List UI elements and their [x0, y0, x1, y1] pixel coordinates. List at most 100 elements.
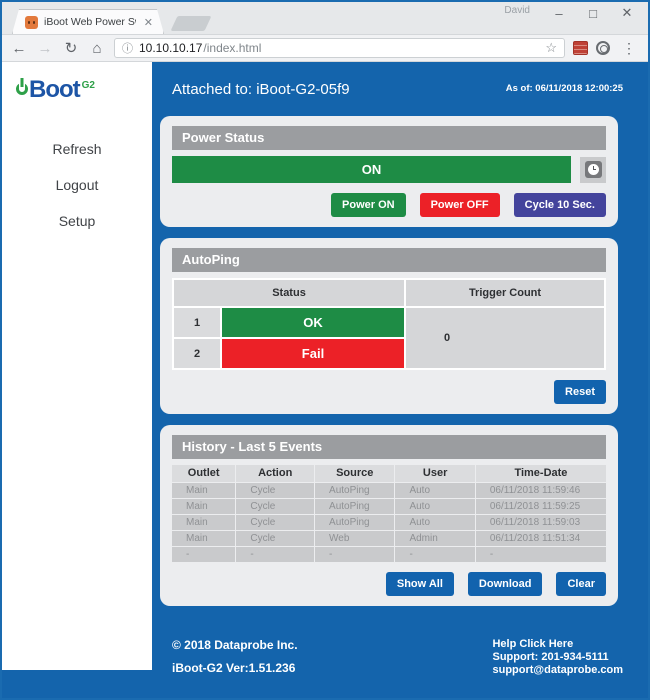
cell-time-date: 06/11/2018 11:59:46: [476, 483, 606, 498]
history-row: Main Cycle AutoPing Auto 06/11/2018 11:5…: [172, 483, 606, 498]
autoping-buttons-row: Reset: [172, 380, 606, 404]
cell-user: Auto: [395, 515, 474, 530]
browser-tab[interactable]: iBoot Web Power Switch ✕: [12, 9, 164, 34]
download-button[interactable]: Download: [468, 572, 543, 596]
cell-time-date: 06/11/2018 11:59:03: [476, 515, 606, 530]
firmware-version: iBoot-G2 Ver:1.51.236: [172, 661, 298, 675]
history-card: History - Last 5 Events Outlet Action So…: [160, 425, 618, 606]
cell-outlet: Main: [172, 483, 235, 498]
cell-source: -: [315, 547, 394, 562]
cycle-timer-button[interactable]: [580, 157, 606, 183]
cell-user: -: [395, 547, 474, 562]
cell-time-date: -: [476, 547, 606, 562]
autoping-status-fail: Fail: [222, 339, 404, 368]
main-header: Attached to: iBoot-G2-05f9 As of: 06/11/…: [152, 62, 648, 98]
autoping-table: Status Trigger Count 1 OK 0 2 Fail: [172, 278, 606, 370]
sidebar: Boot G2 Refresh Logout Setup: [2, 62, 152, 670]
as-of-timestamp: As of: 06/11/2018 12:00:25: [506, 83, 623, 94]
sidebar-menu: Refresh Logout Setup: [44, 138, 109, 232]
forward-icon[interactable]: →: [36, 41, 54, 56]
cell-source: Web: [315, 531, 394, 546]
show-all-button[interactable]: Show All: [386, 572, 454, 596]
back-icon[interactable]: ←: [10, 41, 28, 56]
history-buttons-row: Show All Download Clear: [172, 572, 606, 596]
autoping-header: AutoPing: [172, 248, 606, 272]
copyright-text: © 2018 Dataprobe Inc.: [172, 638, 298, 652]
sidebar-item-setup[interactable]: Setup: [51, 210, 104, 232]
close-button[interactable]: ✕: [610, 2, 644, 24]
page-footer: © 2018 Dataprobe Inc. iBoot-G2 Ver:1.51.…: [172, 638, 623, 677]
cell-outlet: Main: [172, 531, 235, 546]
url-host: 10.10.10.17: [139, 41, 202, 55]
power-state-bar: ON: [172, 156, 571, 183]
address-toolbar: ← → ↻ ⌂ ⓘ 10.10.10.17/index.html ☆ ⋮: [2, 34, 648, 62]
extension-icon-red[interactable]: [573, 41, 588, 55]
window-controls: – □ ✕: [542, 2, 644, 24]
cell-outlet: -: [172, 547, 235, 562]
history-row: - - - - -: [172, 547, 606, 562]
sidebar-item-refresh[interactable]: Refresh: [44, 138, 109, 160]
column-header-outlet: Outlet: [172, 465, 235, 482]
minimize-button[interactable]: –: [542, 2, 576, 24]
history-table: Outlet Action Source User Time-Date Main…: [172, 465, 606, 562]
url-path: /index.html: [203, 41, 261, 55]
home-icon[interactable]: ⌂: [88, 41, 106, 56]
column-header-time-date: Time-Date: [476, 465, 606, 482]
attached-to-title: Attached to: iBoot-G2-05f9: [172, 81, 350, 98]
history-header-row: Outlet Action Source User Time-Date: [172, 465, 606, 482]
power-status-card: Power Status ON Power ON Power OFF Cycle…: [160, 116, 618, 227]
clear-button[interactable]: Clear: [556, 572, 606, 596]
new-tab-button[interactable]: [171, 16, 212, 31]
page-info-icon[interactable]: ⓘ: [122, 40, 133, 56]
support-phone: Support: 201-934-5111: [492, 651, 623, 664]
history-row: Main Cycle Web Admin 06/11/2018 11:51:34: [172, 531, 606, 546]
footer-right: Help Click Here Support: 201-934-5111 su…: [492, 638, 623, 677]
main-area: Attached to: iBoot-G2-05f9 As of: 06/11/…: [152, 62, 648, 698]
browser-menu-icon[interactable]: ⋮: [618, 40, 640, 57]
column-header-action: Action: [236, 465, 314, 482]
footer-left: © 2018 Dataprobe Inc. iBoot-G2 Ver:1.51.…: [172, 638, 298, 677]
power-off-button[interactable]: Power OFF: [420, 193, 500, 217]
titlebar: David – □ ✕ iBoot Web Power Switch ✕: [2, 2, 648, 34]
cell-source: AutoPing: [315, 499, 394, 514]
cell-user: Admin: [395, 531, 474, 546]
sidebar-item-logout[interactable]: Logout: [48, 174, 107, 196]
logo-text: Boot: [29, 76, 80, 104]
logo-g2-label: G2: [82, 80, 95, 91]
cell-outlet: Main: [172, 499, 235, 514]
tab-close-icon[interactable]: ✕: [142, 16, 155, 29]
reload-icon[interactable]: ↻: [62, 41, 80, 56]
cell-action: Cycle: [236, 531, 314, 546]
cell-action: Cycle: [236, 515, 314, 530]
history-header: History - Last 5 Events: [172, 435, 606, 459]
support-email[interactable]: support@dataprobe.com: [492, 664, 623, 677]
cell-time-date: 06/11/2018 11:59:25: [476, 499, 606, 514]
iboot-logo: Boot G2: [16, 76, 95, 104]
column-header-user: User: [395, 465, 474, 482]
cycle-button[interactable]: Cycle 10 Sec.: [514, 193, 606, 217]
reset-button[interactable]: Reset: [554, 380, 606, 404]
autoping-card: AutoPing Status Trigger Count 1 OK 0 2 F…: [160, 238, 618, 414]
autoping-status-column-header: Status: [174, 280, 404, 306]
clock-icon: [585, 161, 602, 178]
bookmark-star-icon[interactable]: ☆: [545, 40, 557, 56]
autoping-row-number: 1: [174, 308, 220, 337]
autoping-trigger-column-header: Trigger Count: [406, 280, 604, 306]
autoping-row-number: 2: [174, 339, 220, 368]
power-symbol-icon: [16, 83, 28, 95]
browser-window: David – □ ✕ iBoot Web Power Switch ✕ ← →…: [0, 0, 650, 700]
maximize-button[interactable]: □: [576, 2, 610, 24]
history-row: Main Cycle AutoPing Auto 06/11/2018 11:5…: [172, 499, 606, 514]
tab-title: iBoot Web Power Switch: [44, 16, 136, 28]
help-link[interactable]: Help Click Here: [492, 638, 623, 651]
autoping-trigger-count: 0: [406, 308, 604, 368]
address-bar[interactable]: ⓘ 10.10.10.17/index.html ☆: [114, 38, 565, 58]
cell-outlet: Main: [172, 515, 235, 530]
cell-source: AutoPing: [315, 515, 394, 530]
cell-action: Cycle: [236, 499, 314, 514]
extension-icon-ring[interactable]: [596, 41, 610, 55]
cell-action: Cycle: [236, 483, 314, 498]
power-on-button[interactable]: Power ON: [331, 193, 406, 217]
cell-user: Auto: [395, 483, 474, 498]
page-content: Boot G2 Refresh Logout Setup Attached to…: [2, 62, 648, 698]
